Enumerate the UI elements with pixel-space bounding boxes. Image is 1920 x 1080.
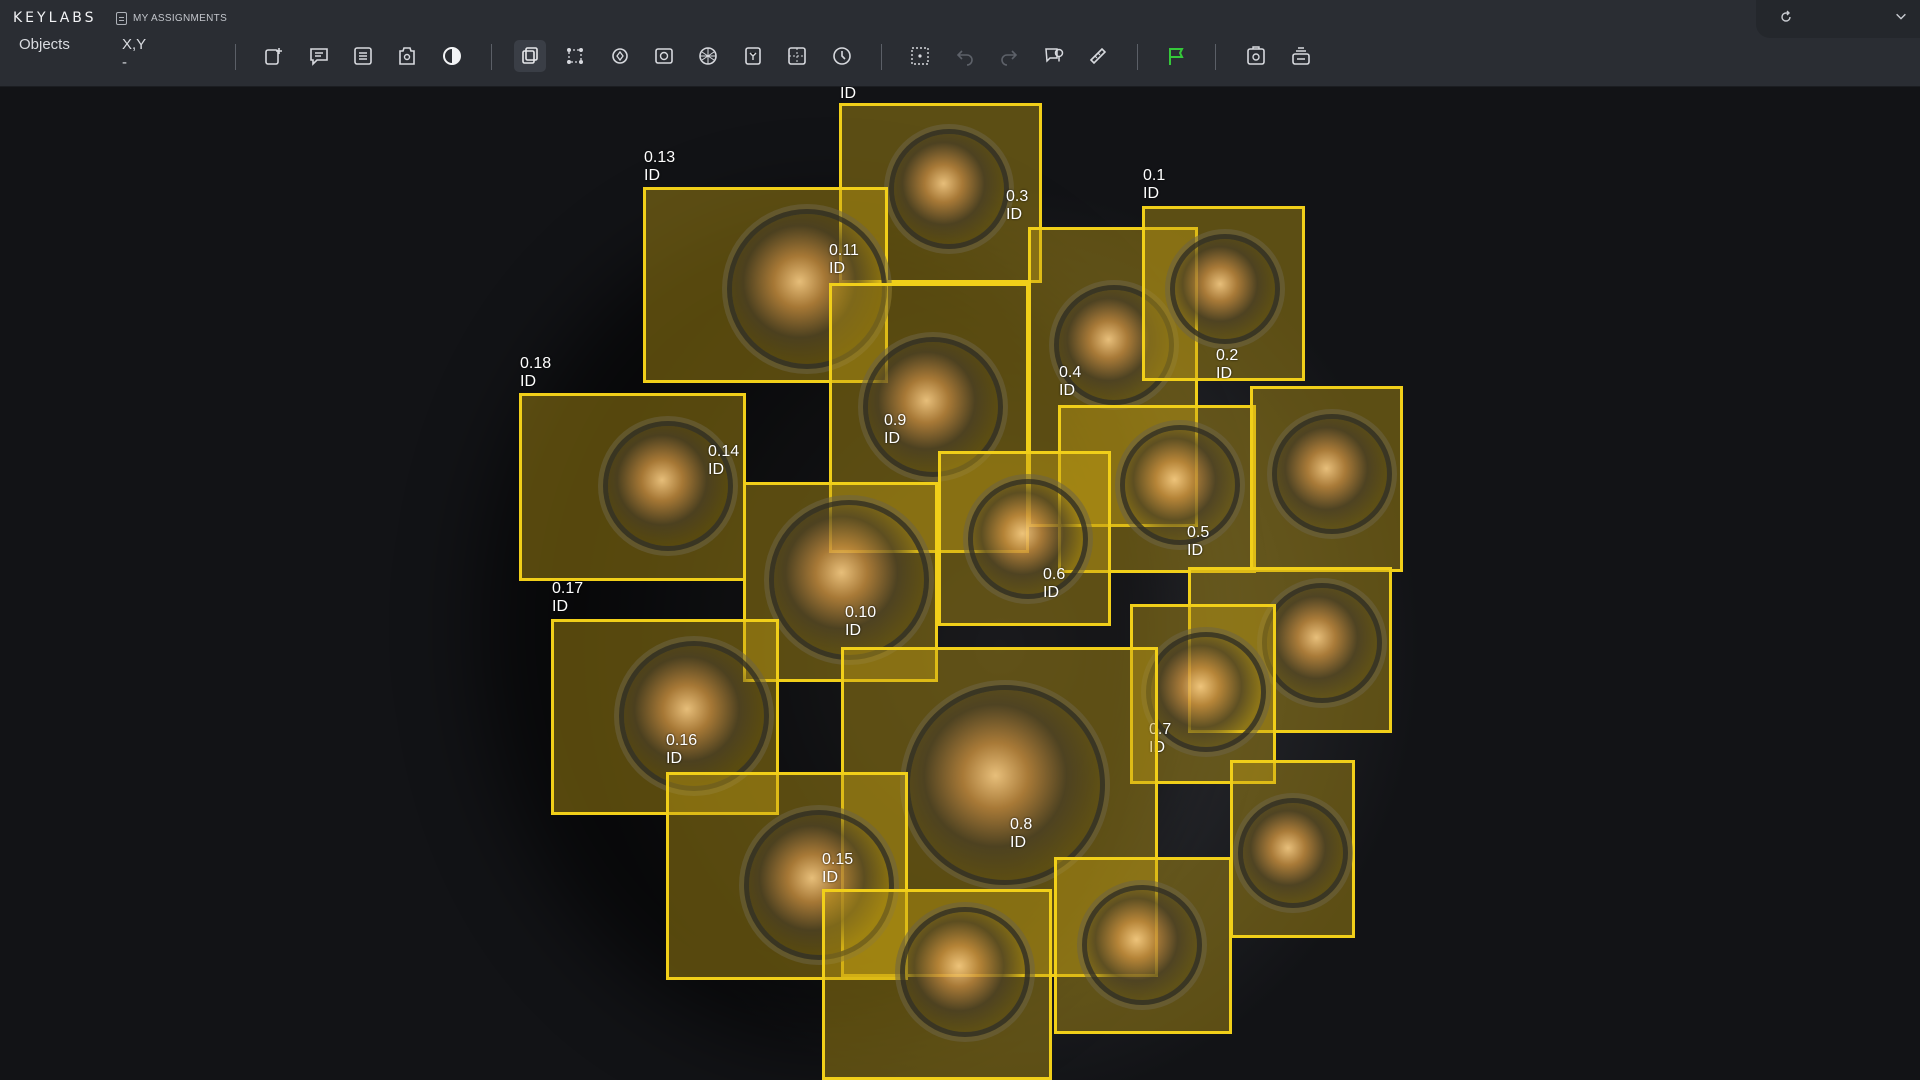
image-canvas[interactable]: ID 0.3 ID 0.13 ID 0.11 ID 0.9 ID 0.4 ID 0.1 ID… [0,87,1920,1080]
toolbar-divider [491,44,492,70]
annotation-label: ID [840,87,856,102]
annotation-label: 0.14 ID [708,443,740,478]
bounding-box-tool-button[interactable] [514,40,546,72]
segment-button[interactable] [648,40,680,72]
flag-icon [1169,48,1184,65]
contrast-icon [443,47,461,65]
auto-label-button[interactable] [737,40,769,72]
tag-lock-icon [399,47,415,65]
comment-icon [310,48,328,66]
annotation-label: 0.2 ID [1216,347,1239,382]
annotation-label: 0.16 ID [666,732,698,767]
polygon-tool-icon [567,48,583,64]
screenshot-button[interactable] [1240,40,1272,72]
comment-button[interactable] [303,40,335,72]
tab-objects[interactable]: Objects [19,36,70,53]
polygon-tool-button[interactable] [559,40,591,72]
user-panel[interactable] [1756,0,1920,38]
annotation-label: 0.10 ID [845,604,877,639]
location-review-icon [1045,48,1064,63]
annotation-label: 0.11 ID [829,242,859,277]
select-area-button[interactable] [904,40,936,72]
annotation-box[interactable] [938,451,1111,626]
annotation-label: 0.1 ID [1143,167,1166,202]
coordinates-label: X,Y [122,36,147,53]
location-review-button[interactable] [1038,40,1070,72]
tag-lock-button[interactable] [391,40,423,72]
toolbar-divider [1137,44,1138,70]
new-object-button[interactable] [258,40,290,72]
flag-button[interactable] [1160,40,1192,72]
my-assignments-label: MY ASSIGNMENTS [133,13,228,24]
select-area-icon [911,47,929,65]
auto-label-icon [745,47,761,65]
contrast-button[interactable] [436,40,468,72]
history-icon [833,47,851,65]
annotation-box[interactable] [1250,386,1403,572]
app-logo[interactable]: KEYLABS [13,10,97,26]
annotation-box[interactable] [1230,760,1355,938]
refresh-icon[interactable] [1778,9,1794,25]
annotation-label: 0.17 ID [552,580,584,615]
top-toolbar: KEYLABS MY ASSIGNMENTS Objects X,Y - [0,0,1920,87]
coordinates-value: - [122,54,127,71]
magic-wand-button[interactable] [604,40,636,72]
chevron-down-icon[interactable] [1894,9,1908,23]
ruler-icon [1089,47,1107,65]
annotation-label: 0.3 ID [1006,188,1029,223]
annotation-label: 0.18 ID [520,355,552,390]
annotation-label: 0.4 ID [1059,364,1082,399]
ruler-button[interactable] [1082,40,1114,72]
segment-icon [655,48,673,64]
toolbar-divider [1215,44,1216,70]
annotation-label: 0.8 ID [1010,816,1033,851]
annotation-box[interactable] [822,889,1052,1080]
grid-icon [788,47,806,65]
toolbar-divider [881,44,882,70]
annotation-label: 0.15 ID [822,851,854,886]
redo-icon [1001,50,1018,66]
document-icon [116,12,127,25]
grid-button[interactable] [781,40,813,72]
bounding-box-tool-icon [522,47,538,64]
redo-button[interactable] [993,40,1025,72]
stack-button[interactable] [1285,40,1317,72]
annotation-box[interactable] [1054,857,1232,1034]
magic-wand-icon [612,48,628,64]
history-button[interactable] [826,40,858,72]
annotation-box[interactable] [519,393,746,581]
undo-button[interactable] [949,40,981,72]
mask-button[interactable] [692,40,724,72]
annotation-label: 0.9 ID [884,412,907,447]
stack-icon [1292,47,1310,65]
undo-icon [956,50,973,66]
annotation-label: 0.5 ID [1187,524,1210,559]
screenshot-icon [1247,46,1265,65]
toolbar-divider [235,44,236,70]
new-object-icon [265,48,282,65]
list-icon [354,47,372,65]
annotation-label: 0.6 ID [1043,566,1066,601]
list-button[interactable] [347,40,379,72]
mask-icon [699,47,717,65]
my-assignments-link[interactable]: MY ASSIGNMENTS [116,12,227,25]
annotation-label: 0.13 ID [644,149,676,184]
